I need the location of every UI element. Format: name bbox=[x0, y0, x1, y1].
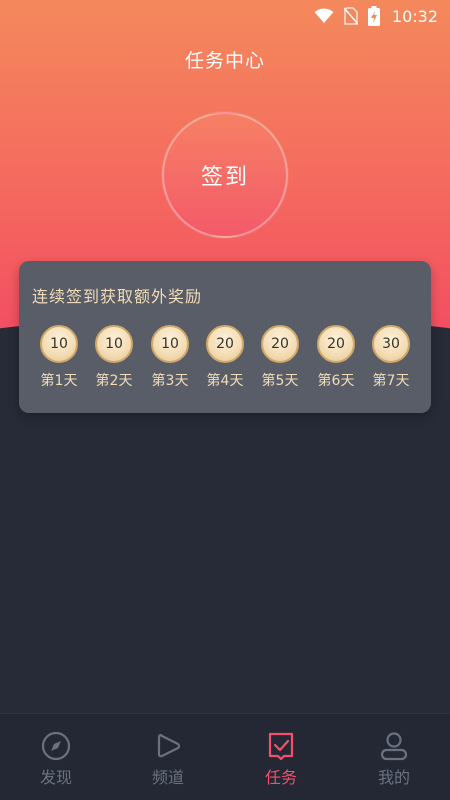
task-check-icon bbox=[265, 730, 297, 762]
coin-badge: 10 bbox=[151, 325, 189, 363]
reward-day: 20 第6天 bbox=[308, 325, 364, 390]
coin-badge: 20 bbox=[317, 325, 355, 363]
reward-days: 10 第1天 10 第2天 10 第3天 20 第4天 20 第5天 20 第6… bbox=[19, 325, 431, 395]
no-sim-icon bbox=[343, 7, 358, 25]
coin-badge: 10 bbox=[95, 325, 133, 363]
page-title: 任务中心 bbox=[184, 50, 265, 72]
coin-badge: 20 bbox=[261, 325, 299, 363]
wifi-icon bbox=[314, 8, 334, 24]
signin-button[interactable]: 签到 bbox=[162, 112, 288, 238]
reward-day: 10 第3天 bbox=[142, 325, 198, 390]
tab-channel[interactable]: 频道 bbox=[112, 714, 224, 800]
coin-badge: 30 bbox=[372, 325, 410, 363]
tab-label: 频道 bbox=[151, 768, 184, 787]
tab-discover[interactable]: 发现 bbox=[0, 714, 112, 800]
day-label: 第5天 bbox=[261, 373, 299, 389]
day-label: 第1天 bbox=[40, 373, 78, 389]
tab-mine[interactable]: 我的 bbox=[338, 714, 450, 800]
battery-charging-icon bbox=[367, 6, 380, 26]
reward-card: 连续签到获取额外奖励 10 第1天 10 第2天 10 第3天 20 第4天 2… bbox=[19, 261, 431, 413]
day-label: 第2天 bbox=[95, 373, 133, 389]
coin-badge: 10 bbox=[40, 325, 78, 363]
tab-label: 任务 bbox=[264, 768, 297, 787]
compass-icon bbox=[40, 730, 72, 762]
reward-day: 10 第1天 bbox=[31, 325, 87, 390]
reward-day: 10 第2天 bbox=[86, 325, 142, 390]
day-label: 第4天 bbox=[206, 373, 244, 389]
day-label: 第3天 bbox=[151, 373, 189, 389]
status-time: 10:32 bbox=[391, 6, 438, 26]
day-label: 第6天 bbox=[317, 373, 355, 389]
reward-day: 20 第5天 bbox=[252, 325, 308, 390]
tab-tasks[interactable]: 任务 bbox=[225, 714, 337, 800]
person-icon bbox=[378, 730, 410, 762]
play-icon bbox=[152, 730, 184, 762]
reward-title: 连续签到获取额外奖励 bbox=[32, 287, 203, 306]
bottom-tab-bar: 发现 频道 任务 我的 bbox=[0, 713, 450, 800]
day-label: 第7天 bbox=[372, 373, 410, 389]
status-bar: 10:32 bbox=[0, 0, 450, 32]
reward-day: 30 第7天 bbox=[363, 325, 419, 390]
coin-badge: 20 bbox=[206, 325, 244, 363]
reward-day: 20 第4天 bbox=[197, 325, 253, 390]
tab-label: 发现 bbox=[39, 768, 72, 787]
tab-label: 我的 bbox=[377, 768, 410, 787]
